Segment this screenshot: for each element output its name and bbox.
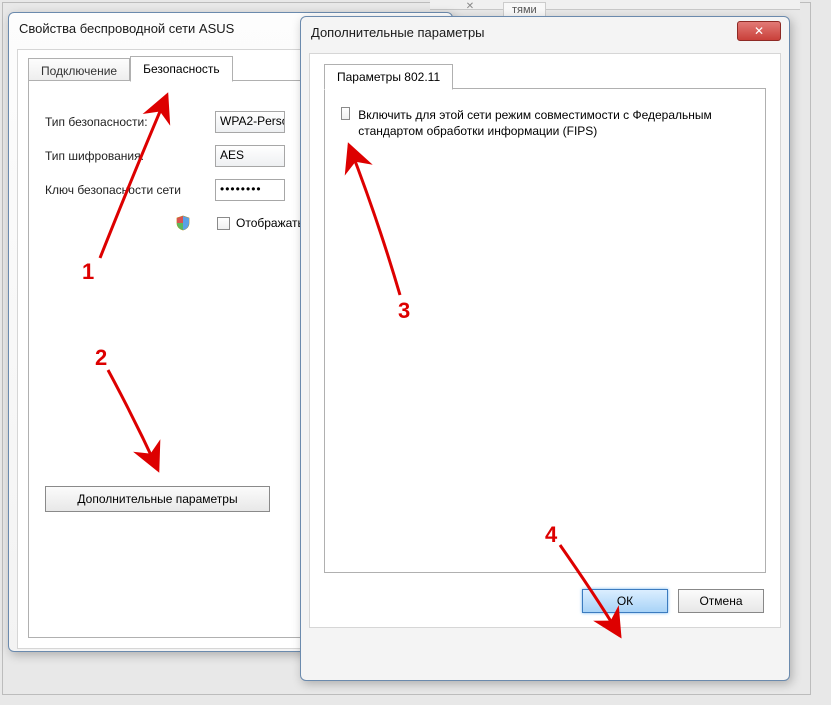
background-tab-fragment: тями <box>503 2 546 17</box>
annotation-3: 3 <box>398 298 410 324</box>
ok-button[interactable]: ОК <box>582 589 668 613</box>
tab-security[interactable]: Безопасность <box>130 56 233 82</box>
dialog2-button-row: ОК Отмена <box>582 589 764 613</box>
annotation-4: 4 <box>545 522 557 548</box>
input-network-key[interactable]: •••••••• <box>215 179 285 201</box>
close-button[interactable]: ✕ <box>737 21 781 41</box>
advanced-params-dialog: Дополнительные параметры ✕ Параметры 802… <box>300 16 790 681</box>
label-fips: Включить для этой сети режим совместимос… <box>358 107 749 139</box>
dialog2-tabbody: Включить для этой сети режим совместимос… <box>324 88 766 573</box>
checkbox-show-chars[interactable] <box>217 217 230 230</box>
label-encryption: Тип шифрования: <box>45 149 215 163</box>
combo-security-type[interactable]: WPA2-Personal <box>215 111 285 133</box>
dialog1-tabstrip: ПодключениеБезопасность <box>28 56 233 82</box>
label-security-type: Тип безопасности: <box>45 115 215 129</box>
background-close-icon: ✕ <box>450 1 490 8</box>
label-network-key: Ключ безопасности сети <box>45 183 215 197</box>
tab-80211[interactable]: Параметры 802.11 <box>324 64 453 90</box>
combo-encryption[interactable]: AES <box>215 145 285 167</box>
dialog2-title: Дополнительные параметры <box>311 25 485 40</box>
advanced-settings-button[interactable]: Дополнительные параметры <box>45 486 270 512</box>
row-fips: Включить для этой сети режим совместимос… <box>341 107 749 139</box>
close-icon: ✕ <box>754 24 764 38</box>
shield-icon <box>175 215 191 231</box>
annotation-1: 1 <box>82 259 94 285</box>
annotation-2: 2 <box>95 345 107 371</box>
dialog1-title: Свойства беспроводной сети ASUS <box>19 21 234 36</box>
dialog2-titlebar[interactable]: Дополнительные параметры ✕ <box>301 17 789 49</box>
checkbox-fips[interactable] <box>341 107 350 120</box>
dialog2-tabstrip: Параметры 802.11 <box>324 64 453 90</box>
cancel-button[interactable]: Отмена <box>678 589 764 613</box>
